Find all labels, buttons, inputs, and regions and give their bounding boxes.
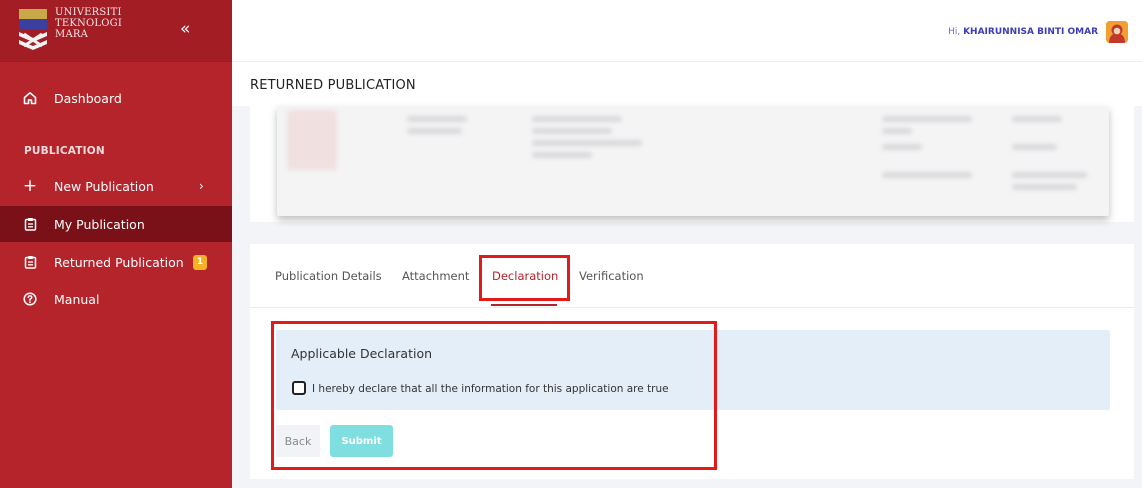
help-icon	[23, 292, 37, 306]
tab-attachment[interactable]: Attachment	[402, 269, 469, 283]
greeting-hi: Hi,	[948, 27, 961, 37]
sidebar-item-new-publication[interactable]: + New Publication ›	[0, 168, 232, 204]
blurred-text	[532, 128, 612, 134]
logo-line-2: TEKNOLOGI	[55, 18, 122, 29]
blurred-text	[1012, 144, 1057, 150]
blurred-text	[1012, 172, 1087, 178]
blurred-text	[1012, 116, 1062, 122]
declaration-tab-highlight	[479, 255, 570, 301]
publication-summary-card	[250, 106, 1134, 222]
blurred-details-panel	[277, 106, 1109, 216]
sidebar-item-label: My Publication	[54, 216, 145, 232]
topbar: Hi, KHAIRUNNISA BINTI OMAR	[232, 0, 1142, 62]
logo-line-1: UNIVERSITI	[55, 7, 122, 18]
avatar[interactable]	[1106, 21, 1128, 43]
sidebar-section-title: PUBLICATION	[24, 145, 105, 157]
tab-bar: Publication Details Attachment Declarati…	[250, 244, 1134, 308]
home-icon	[23, 91, 37, 105]
blurred-text	[882, 172, 972, 178]
uitm-logo-icon	[16, 8, 50, 52]
sidebar-item-label: Dashboard	[54, 90, 122, 106]
sidebar-item-my-publication[interactable]: My Publication	[0, 206, 232, 242]
blurred-text	[407, 128, 462, 134]
blurred-text	[407, 116, 467, 122]
sidebar: UNIVERSITI TEKNOLOGI MARA « Dashboard PU…	[0, 0, 232, 488]
logo-line-3: MARA	[55, 29, 89, 40]
count-badge: 1	[193, 254, 207, 270]
sidebar-item-manual[interactable]: Manual	[0, 281, 232, 317]
clipboard-icon	[23, 217, 37, 231]
clipboard-icon	[23, 255, 37, 269]
sidebar-item-label: New Publication	[54, 178, 154, 194]
blurred-text	[882, 116, 972, 122]
sidebar-item-label: Manual	[54, 291, 100, 307]
tab-publication-details[interactable]: Publication Details	[275, 269, 382, 283]
blurred-text	[532, 140, 642, 146]
user-greeting[interactable]: Hi, KHAIRUNNISA BINTI OMAR	[948, 27, 1098, 37]
blurred-text	[1012, 184, 1077, 190]
page-title: RETURNED PUBLICATION	[250, 78, 416, 93]
collapse-sidebar-icon[interactable]: «	[180, 19, 190, 39]
blurred-text	[882, 144, 922, 150]
blurred-text	[532, 152, 592, 158]
tab-verification[interactable]: Verification	[579, 269, 644, 283]
sidebar-item-returned-publication[interactable]: Returned Publication 1	[0, 244, 232, 280]
blurred-image	[287, 110, 337, 170]
sidebar-item-label: Returned Publication	[54, 254, 184, 270]
chevron-right-icon: ›	[199, 179, 204, 193]
logo-text: UNIVERSITI TEKNOLOGI MARA	[55, 7, 122, 40]
user-name: KHAIRUNNISA BINTI OMAR	[963, 27, 1098, 37]
blurred-text	[882, 128, 912, 134]
sidebar-brand: UNIVERSITI TEKNOLOGI MARA «	[0, 0, 232, 62]
declaration-section-highlight	[271, 321, 717, 470]
blurred-text	[532, 116, 622, 122]
page-title-bar: RETURNED PUBLICATION	[232, 62, 1142, 106]
sidebar-item-dashboard[interactable]: Dashboard	[0, 80, 232, 116]
plus-icon: +	[22, 176, 38, 196]
active-tab-underline	[491, 304, 557, 306]
